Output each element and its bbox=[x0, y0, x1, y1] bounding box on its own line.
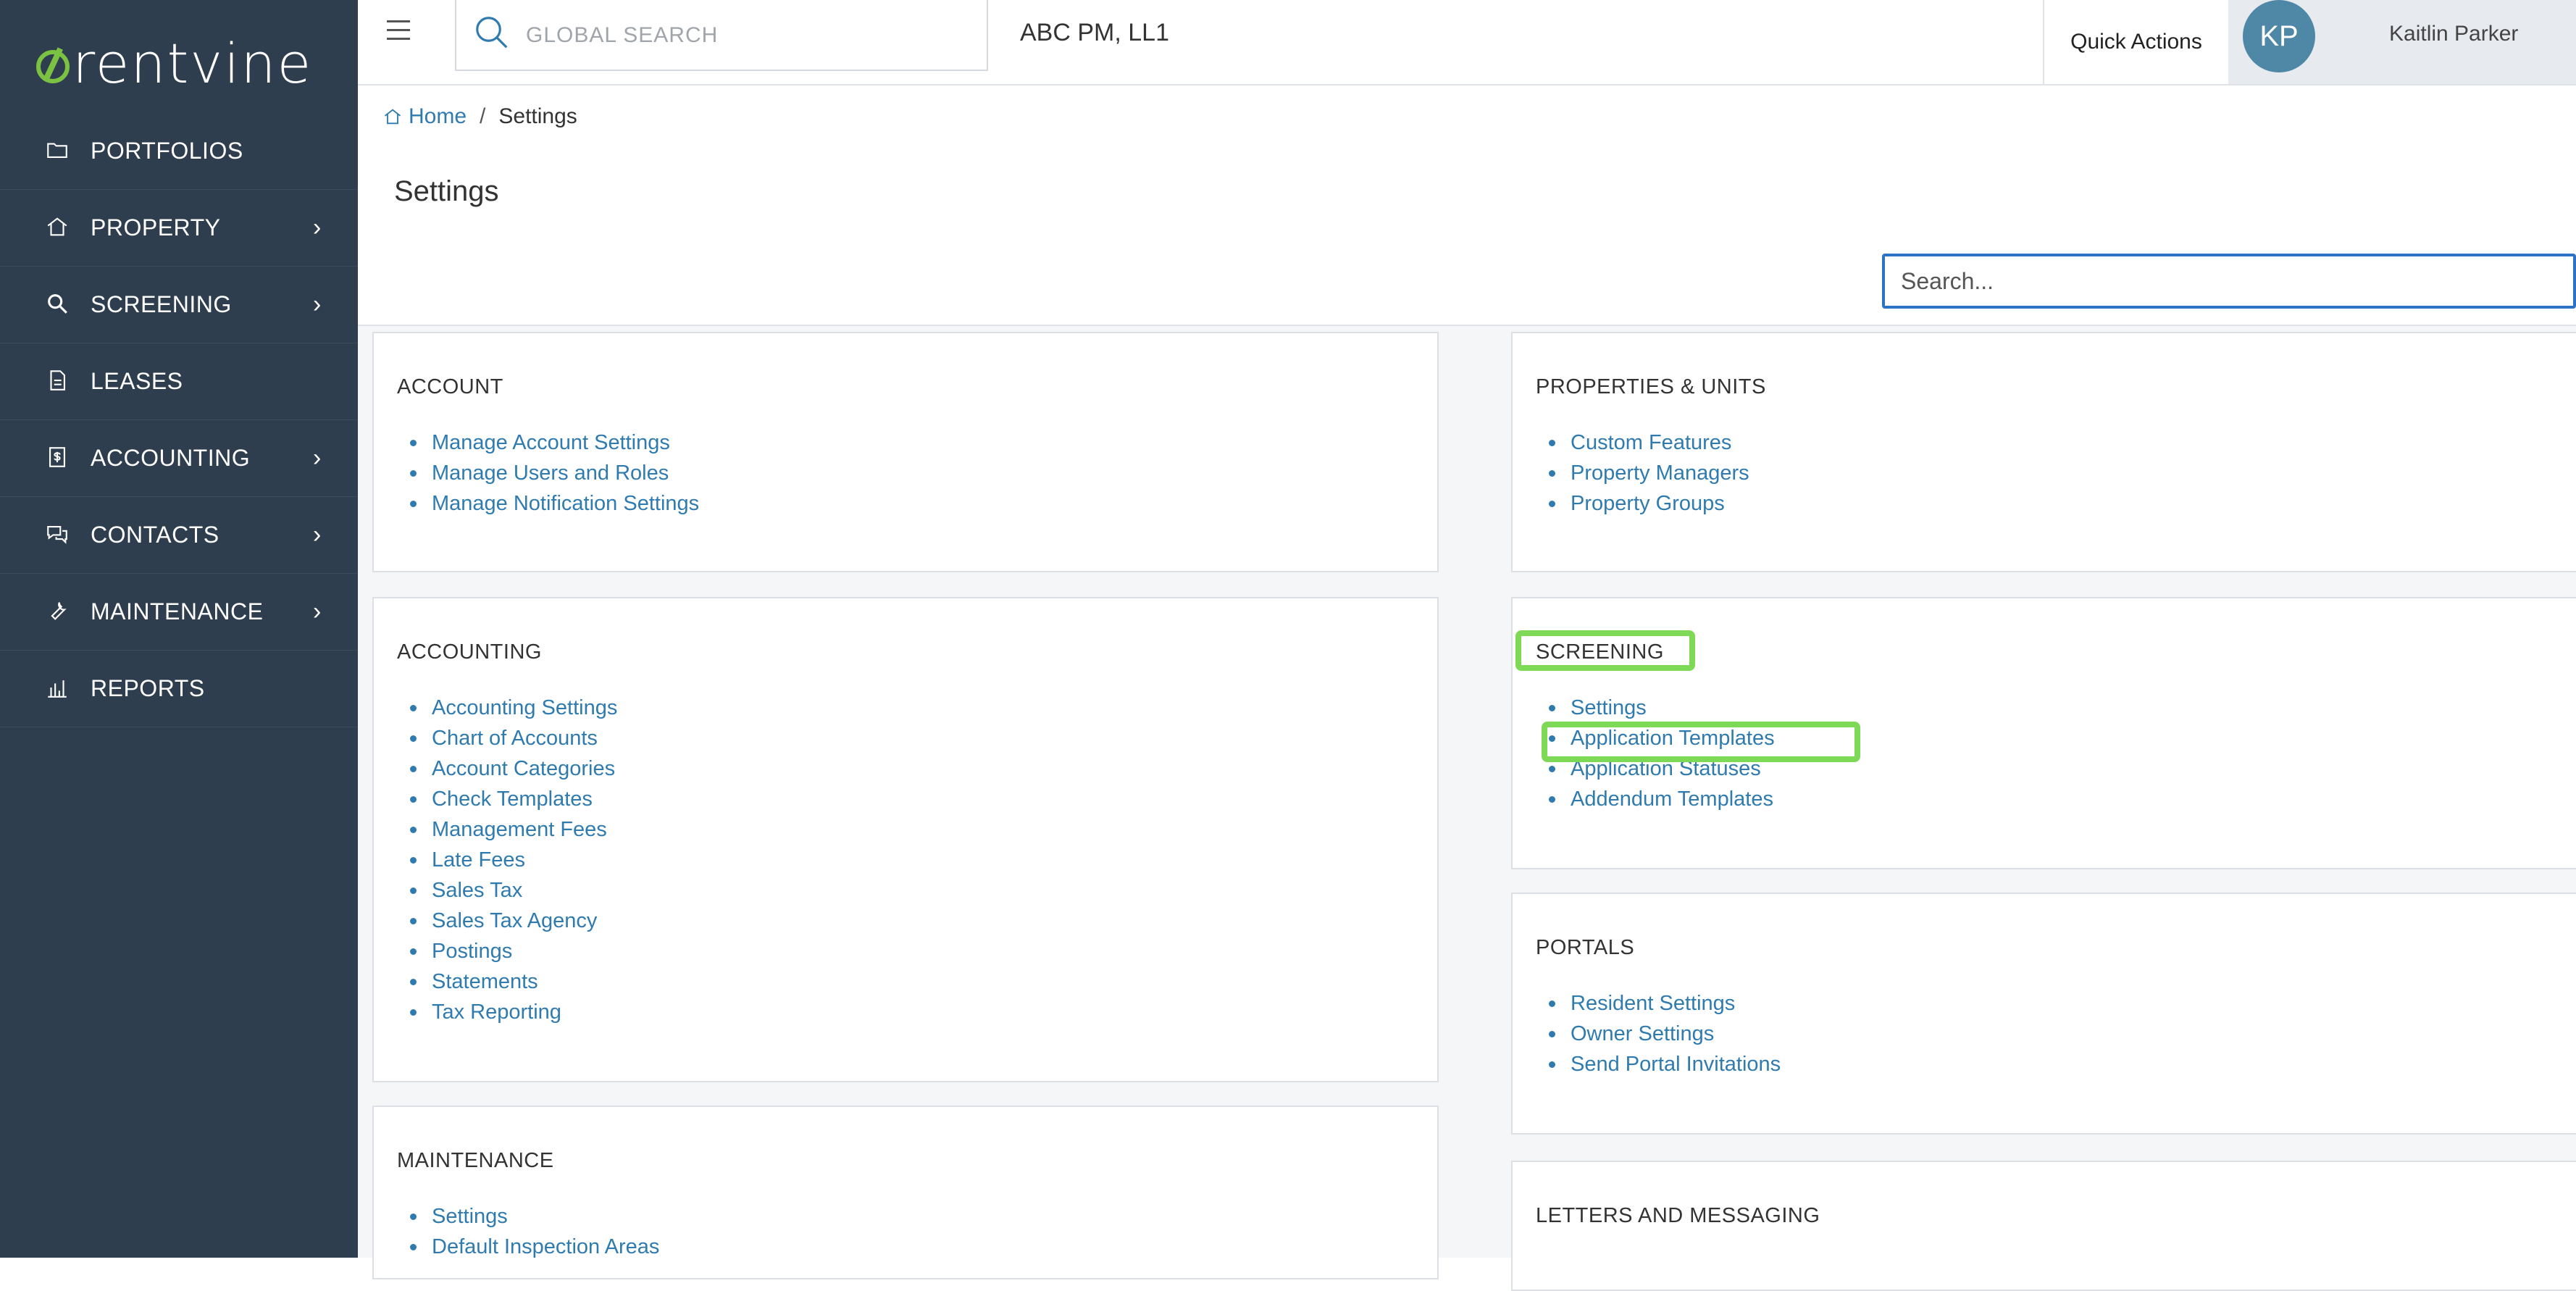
chevron-right-icon: › bbox=[313, 291, 322, 318]
portals-card: PORTALS Resident Settings Owner Settings… bbox=[1511, 893, 2576, 1135]
chevron-right-icon: › bbox=[313, 444, 322, 472]
link-owner-settings[interactable]: Owner Settings bbox=[1548, 1019, 1781, 1049]
breadcrumb-home-link[interactable]: Home bbox=[382, 104, 467, 129]
settings-search-box bbox=[1882, 254, 2576, 309]
page-title: Settings bbox=[394, 175, 499, 207]
sidebar-item-label: REPORTS bbox=[91, 675, 205, 701]
sidebar-nav: PORTFOLIOS PROPERTY › SCREENING › LEASES… bbox=[0, 113, 358, 727]
sidebar-item-label: PROPERTY bbox=[91, 214, 221, 241]
chevron-right-icon: › bbox=[313, 214, 322, 241]
card-title: PROPERTIES & UNITS bbox=[1536, 375, 1766, 398]
sidebar: rentvine PORTFOLIOS PROPERTY › SCREENING… bbox=[0, 0, 358, 1258]
settings-body: ACCOUNT Manage Account Settings Manage U… bbox=[358, 326, 2576, 1291]
home-icon bbox=[384, 109, 401, 125]
quick-actions-button[interactable]: Quick Actions bbox=[2043, 0, 2228, 84]
wrench-icon bbox=[51, 602, 67, 620]
search-zoom-icon bbox=[48, 294, 67, 314]
avatar: KP bbox=[2243, 0, 2315, 72]
link-manage-users-roles[interactable]: Manage Users and Roles bbox=[409, 458, 699, 488]
properties-units-card: PROPERTIES & UNITS Custom Features Prope… bbox=[1511, 332, 2576, 572]
sidebar-item-label: ACCOUNTING bbox=[91, 445, 251, 471]
link-property-groups[interactable]: Property Groups bbox=[1549, 488, 1749, 519]
card-title: LETTERS AND MESSAGING bbox=[1536, 1204, 1820, 1227]
document-icon bbox=[50, 370, 65, 390]
application-templates-highlight bbox=[1542, 722, 1860, 762]
card-title: PORTALS bbox=[1536, 936, 1635, 959]
link-late-fees[interactable]: Late Fees bbox=[409, 845, 617, 875]
letters-messaging-card: LETTERS AND MESSAGING bbox=[1511, 1161, 2576, 1291]
link-resident-settings[interactable]: Resident Settings bbox=[1548, 988, 1781, 1019]
sidebar-item-contacts[interactable]: CONTACTS › bbox=[0, 497, 358, 574]
link-tax-reporting[interactable]: Tax Reporting bbox=[409, 997, 617, 1027]
link-check-templates[interactable]: Check Templates bbox=[409, 784, 617, 814]
sidebar-item-label: LEASES bbox=[91, 368, 183, 394]
link-chart-of-accounts[interactable]: Chart of Accounts bbox=[409, 723, 617, 753]
sidebar-item-portfolios[interactable]: PORTFOLIOS bbox=[0, 113, 358, 190]
maintenance-links: Settings Default Inspection Areas bbox=[409, 1201, 659, 1262]
breadcrumb-home-label: Home bbox=[409, 104, 467, 128]
search-icon bbox=[476, 17, 508, 49]
content-header: Home / Settings Settings bbox=[358, 85, 2576, 326]
accounting-links: Accounting Settings Chart of Accounts Ac… bbox=[409, 693, 617, 1027]
portals-links: Resident Settings Owner Settings Send Po… bbox=[1548, 988, 1781, 1079]
screening-title-highlight bbox=[1515, 630, 1695, 671]
settings-search-input[interactable] bbox=[1885, 256, 2573, 306]
sidebar-item-accounting[interactable]: ACCOUNTING › bbox=[0, 420, 358, 497]
link-maintenance-settings[interactable]: Settings bbox=[409, 1201, 659, 1232]
link-statements[interactable]: Statements bbox=[409, 966, 617, 997]
link-custom-features[interactable]: Custom Features bbox=[1549, 427, 1749, 458]
dollar-doc-icon bbox=[49, 447, 65, 467]
hamburger-menu-icon[interactable] bbox=[387, 20, 413, 42]
sidebar-item-label: CONTACTS bbox=[91, 522, 219, 548]
link-addendum-templates[interactable]: Addendum Templates bbox=[1549, 784, 1775, 814]
global-search-box bbox=[455, 0, 988, 71]
link-property-managers[interactable]: Property Managers bbox=[1549, 458, 1749, 488]
card-title: ACCOUNT bbox=[397, 375, 503, 398]
link-postings[interactable]: Postings bbox=[409, 936, 617, 966]
user-name: Kaitlin Parker bbox=[2389, 22, 2519, 46]
sidebar-item-label: MAINTENANCE bbox=[91, 598, 264, 624]
link-accounting-settings[interactable]: Accounting Settings bbox=[409, 693, 617, 723]
link-account-categories[interactable]: Account Categories bbox=[409, 753, 617, 784]
organization-name[interactable]: ABC PM, LL1 bbox=[1020, 19, 1169, 47]
sidebar-item-label: PORTFOLIOS bbox=[91, 138, 243, 164]
chat-bubbles-icon bbox=[47, 526, 67, 544]
sidebar-item-maintenance[interactable]: MAINTENANCE › bbox=[0, 574, 358, 651]
link-sales-tax-agency[interactable]: Sales Tax Agency bbox=[409, 906, 617, 936]
properties-links: Custom Features Property Managers Proper… bbox=[1549, 427, 1749, 519]
link-manage-account-settings[interactable]: Manage Account Settings bbox=[409, 427, 699, 458]
top-bar: ABC PM, LL1 Quick Actions KP Kaitlin Par… bbox=[358, 0, 2576, 85]
sidebar-item-reports[interactable]: REPORTS bbox=[0, 651, 358, 727]
maintenance-card: MAINTENANCE Settings Default Inspection … bbox=[372, 1106, 1439, 1279]
account-links: Manage Account Settings Manage Users and… bbox=[409, 427, 699, 519]
global-search-input[interactable] bbox=[524, 17, 959, 54]
accounting-card: ACCOUNTING Accounting Settings Chart of … bbox=[372, 597, 1439, 1082]
card-title: ACCOUNTING bbox=[397, 640, 542, 664]
sidebar-item-screening[interactable]: SCREENING › bbox=[0, 267, 358, 343]
folder-icon bbox=[47, 143, 67, 158]
chevron-right-icon: › bbox=[313, 598, 322, 625]
chevron-right-icon: › bbox=[313, 521, 322, 548]
breadcrumb-current: Settings bbox=[498, 104, 577, 128]
home-icon bbox=[47, 217, 67, 236]
leaf-logo-icon bbox=[36, 50, 70, 83]
sidebar-item-label: SCREENING bbox=[91, 291, 232, 317]
rentvine-logo[interactable]: rentvine bbox=[36, 31, 312, 96]
logo-text: rentvine bbox=[72, 30, 313, 96]
sidebar-item-leases[interactable]: LEASES bbox=[0, 343, 358, 420]
sidebar-item-property[interactable]: PROPERTY › bbox=[0, 190, 358, 267]
screening-card: SCREENING Settings Application Templates… bbox=[1511, 597, 2576, 869]
card-title: MAINTENANCE bbox=[397, 1149, 554, 1172]
link-send-portal-invitations[interactable]: Send Portal Invitations bbox=[1548, 1049, 1781, 1079]
user-menu[interactable]: KP Kaitlin Parker bbox=[2228, 0, 2576, 84]
breadcrumb: Home / Settings bbox=[382, 104, 577, 129]
link-manage-notification-settings[interactable]: Manage Notification Settings bbox=[409, 488, 699, 519]
account-card: ACCOUNT Manage Account Settings Manage U… bbox=[372, 332, 1439, 572]
bar-chart-icon bbox=[48, 680, 67, 698]
breadcrumb-separator: / bbox=[480, 104, 486, 128]
link-screening-settings[interactable]: Settings bbox=[1549, 693, 1775, 723]
link-management-fees[interactable]: Management Fees bbox=[409, 814, 617, 845]
link-sales-tax[interactable]: Sales Tax bbox=[409, 875, 617, 906]
